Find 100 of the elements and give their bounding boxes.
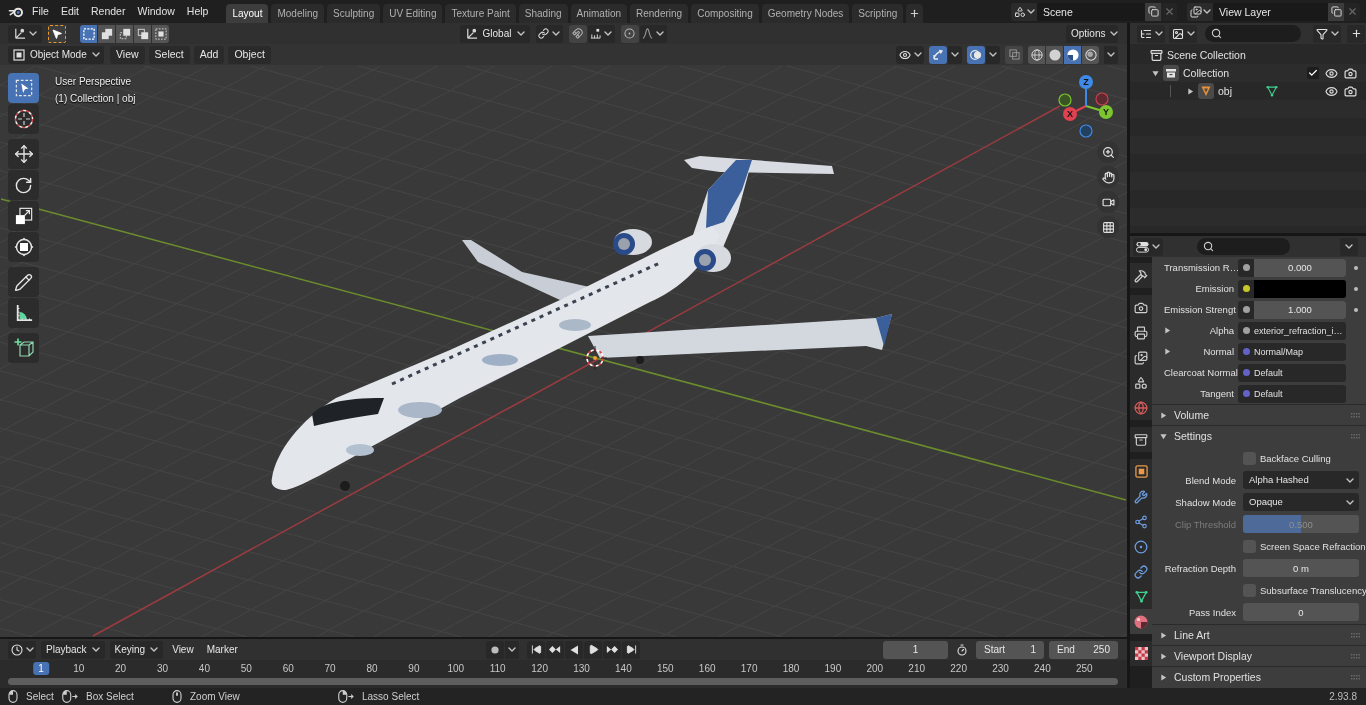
editor-type-button[interactable] (8, 640, 36, 659)
zoom-button[interactable] (1097, 141, 1119, 163)
menu-item[interactable]: Object (228, 45, 271, 64)
workspace-tab[interactable]: Modeling (271, 4, 325, 23)
current-frame-field[interactable]: 1 (883, 640, 948, 659)
menu-item[interactable]: View (168, 640, 198, 659)
workspace-tab[interactable]: Layout (226, 4, 269, 23)
options-dropdown[interactable]: Options (1066, 24, 1118, 43)
menu-dropdown[interactable]: Keying (109, 640, 164, 659)
filter-dropdown[interactable] (1169, 24, 1197, 43)
frame-number[interactable]: 170 (740, 662, 758, 675)
options-dropdown[interactable] (1340, 237, 1358, 256)
frame-number[interactable]: 50 (240, 662, 252, 675)
end-frame-field[interactable]: End 250 (1049, 640, 1118, 659)
menu-item[interactable]: Add (193, 45, 225, 64)
next-keyframe-button[interactable] (603, 640, 621, 659)
workspace-tab[interactable]: Animation (570, 4, 627, 23)
frame-number[interactable]: 150 (656, 662, 674, 675)
negative-axis-handle[interactable] (1095, 92, 1109, 106)
frame-number[interactable]: 20 (115, 662, 127, 675)
frame-number[interactable]: 90 (408, 662, 420, 675)
outliner-item-label[interactable]: Collection (1183, 67, 1230, 79)
previous-keyframe-button[interactable] (546, 640, 564, 659)
frame-number[interactable]: 1 (33, 662, 49, 675)
dropdown[interactable]: Alpha Hashed (1243, 471, 1359, 489)
projection-button[interactable] (1097, 216, 1119, 238)
editor-type-button[interactable] (1133, 237, 1163, 256)
play-reverse-button[interactable] (565, 640, 583, 659)
jump-start-button[interactable] (527, 640, 545, 659)
shading-mode-button[interactable] (1082, 45, 1099, 64)
frame-number[interactable]: 10 (73, 662, 85, 675)
selection-mode-button[interactable] (80, 24, 97, 43)
frame-number[interactable]: 190 (824, 662, 842, 675)
add-workspace-button[interactable] (906, 4, 924, 23)
editor-type-button[interactable] (8, 24, 42, 43)
copy-button[interactable] (1328, 2, 1344, 21)
workspace-tab[interactable]: Texture Paint (445, 4, 516, 23)
timeline-scrollbar[interactable] (8, 678, 1118, 685)
mode-dropdown[interactable]: Object Mode (8, 45, 104, 64)
frame-number[interactable]: 30 (156, 662, 169, 675)
snap-toggle[interactable] (568, 24, 587, 43)
frame-number[interactable]: 220 (950, 662, 967, 675)
dropdown[interactable]: Opaque (1243, 493, 1359, 511)
workspace-tab[interactable]: Scripting (852, 4, 904, 23)
tool-button[interactable] (8, 333, 39, 363)
frame-number[interactable]: 60 (282, 662, 294, 675)
falloff-dropdown[interactable] (639, 24, 667, 43)
shading-mode-button[interactable] (1028, 45, 1045, 64)
select-tool-button[interactable] (48, 24, 66, 43)
shading-options-button[interactable] (1104, 45, 1118, 64)
search-field[interactable] (1205, 25, 1301, 42)
search-field[interactable] (1197, 238, 1290, 255)
orientation-dropdown[interactable]: Global (459, 24, 530, 43)
play-button[interactable] (584, 640, 602, 659)
negative-axis-handle[interactable] (1058, 93, 1072, 107)
number-field[interactable]: 1.000 (1254, 300, 1346, 319)
frame-number[interactable]: 200 (866, 662, 884, 675)
frame-number[interactable]: 40 (198, 662, 210, 675)
visibility-dropdown[interactable] (896, 45, 924, 64)
outliner-item-label[interactable]: Scene Collection (1167, 49, 1246, 61)
menu-item[interactable]: Help (180, 2, 215, 21)
properties-tab[interactable] (1130, 427, 1152, 452)
number-field[interactable]: 0.000 (1254, 258, 1346, 277)
number-field[interactable]: 0 m (1243, 559, 1359, 577)
jump-end-button[interactable] (622, 640, 640, 659)
pivot-dropdown[interactable] (535, 24, 563, 43)
display-mode-dropdown[interactable] (1137, 24, 1165, 43)
tool-button[interactable] (8, 139, 39, 169)
frame-number[interactable]: 140 (615, 662, 632, 675)
tool-button[interactable] (8, 201, 39, 231)
tool-button[interactable] (8, 104, 39, 134)
frame-number[interactable]: 120 (531, 662, 548, 675)
number-field[interactable]: 0 (1243, 603, 1359, 621)
overlay-options-button[interactable] (986, 45, 1000, 64)
frame-number[interactable]: 110 (489, 662, 506, 675)
shading-mode-button[interactable] (1046, 45, 1063, 64)
start-frame-field[interactable]: Start 1 (976, 640, 1044, 659)
frame-number[interactable]: 80 (366, 662, 378, 675)
overlay-toggle[interactable] (967, 45, 985, 64)
properties-tab[interactable] (1130, 641, 1152, 666)
selection-mode-button[interactable] (134, 24, 151, 43)
menu-item[interactable]: File (26, 2, 55, 21)
properties-tab[interactable] (1130, 295, 1152, 320)
outliner-item-label[interactable]: obj (1218, 85, 1232, 97)
properties-tab[interactable] (1130, 263, 1152, 288)
selection-mode-button[interactable] (152, 24, 169, 43)
xray-toggle[interactable] (1005, 45, 1023, 64)
socket-link-field[interactable]: Normal/Map (1238, 342, 1346, 361)
frame-number[interactable]: 100 (447, 662, 465, 675)
scene-name-field[interactable]: Scene (1037, 2, 1145, 21)
frame-number[interactable]: 180 (782, 662, 800, 675)
menu-item[interactable]: Render (85, 2, 132, 21)
view-layer-name-field[interactable]: View Layer (1213, 2, 1328, 21)
pan-button[interactable] (1097, 166, 1119, 188)
snap-target-dropdown[interactable] (587, 24, 615, 43)
exclude-checkbox[interactable] (1307, 67, 1319, 79)
frame-number[interactable]: 130 (573, 662, 590, 675)
negative-axis-handle[interactable] (1079, 124, 1093, 138)
tool-button[interactable] (8, 298, 39, 328)
frame-number[interactable]: 230 (992, 662, 1009, 675)
